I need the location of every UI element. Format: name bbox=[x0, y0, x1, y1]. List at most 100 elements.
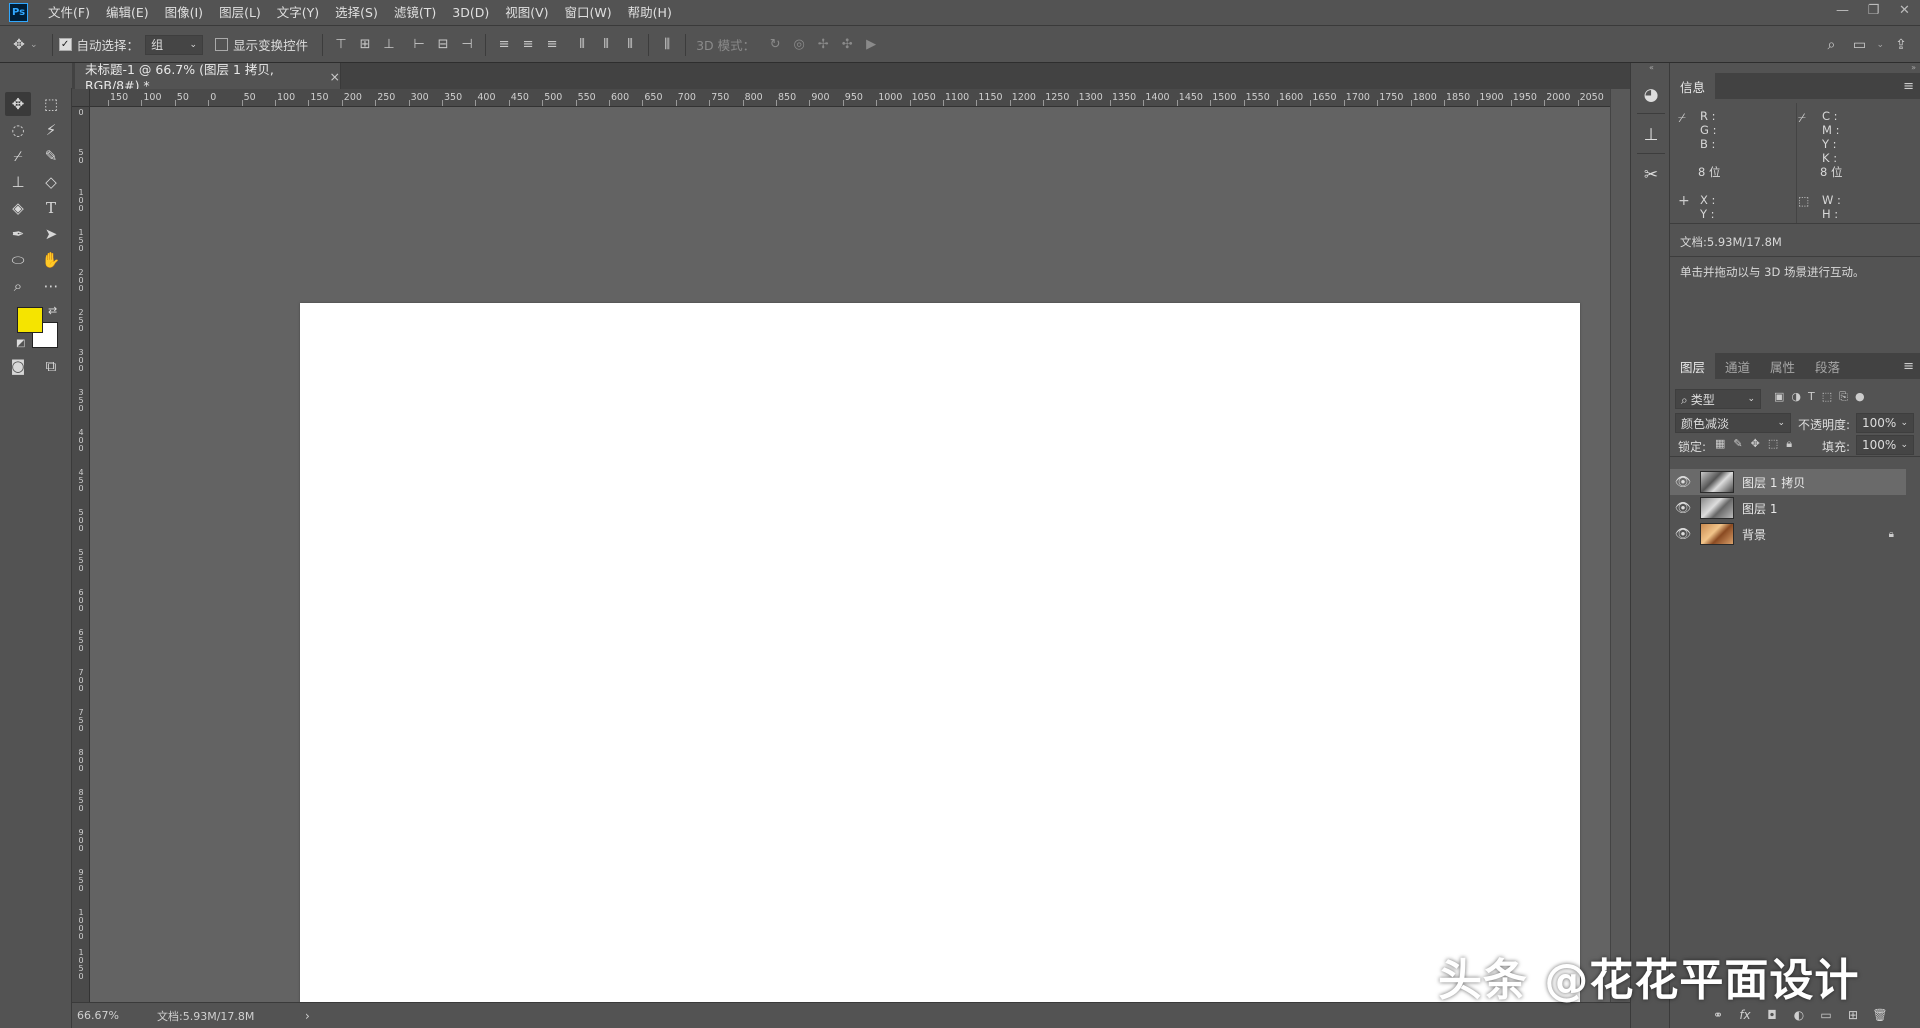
tab-paragraph[interactable]: 段落 bbox=[1805, 353, 1850, 379]
visibility-eye-icon[interactable]: 👁︎ bbox=[1670, 501, 1696, 516]
tab-layers[interactable]: 图层 bbox=[1670, 353, 1716, 379]
distribute-hcenter-icon[interactable]: ⦀ bbox=[594, 34, 618, 56]
orbit-3d-icon[interactable]: ↻ bbox=[763, 34, 787, 56]
workspace-icon[interactable]: ▭ bbox=[1848, 34, 1870, 56]
layer-filter-dropdown[interactable]: ⌕ 类型 ⌄ bbox=[1675, 389, 1761, 409]
ruler-origin[interactable] bbox=[72, 89, 90, 107]
align-right-icon[interactable]: ⊣ bbox=[455, 34, 479, 56]
layer-thumbnail[interactable] bbox=[1700, 471, 1734, 493]
lock-artboard-icon[interactable]: ⬚ bbox=[1768, 437, 1778, 451]
group-icon[interactable]: ▭ bbox=[1816, 1005, 1836, 1025]
menu-item[interactable]: 帮助(H) bbox=[620, 0, 680, 26]
foreground-color-swatch[interactable] bbox=[17, 307, 43, 333]
auto-align-icon[interactable]: ⫼ bbox=[655, 34, 679, 56]
path-select-icon[interactable]: ➤ bbox=[38, 222, 64, 246]
filter-adjustment-icon[interactable]: ◑ bbox=[1791, 390, 1801, 404]
blend-mode-dropdown[interactable]: 颜色减淡 ⌄ bbox=[1675, 413, 1791, 433]
layers-panel-menu-icon[interactable]: ≡ bbox=[1903, 359, 1914, 374]
align-hcenter-icon[interactable]: ⊟ bbox=[431, 34, 455, 56]
more-tools-icon[interactable]: ⋯ bbox=[38, 274, 64, 298]
document-tab[interactable]: 未标题-1 @ 66.7% (图层 1 拷贝, RGB/8#) * × bbox=[75, 62, 341, 93]
marquee-tool-icon[interactable]: ⬚ bbox=[38, 92, 64, 116]
swap-colors-icon[interactable]: ⇄ bbox=[48, 304, 57, 317]
workspace-chevron-icon[interactable]: ⌄ bbox=[1876, 40, 1884, 50]
filter-pixel-icon[interactable]: ▣ bbox=[1774, 390, 1784, 404]
distribute-left-icon[interactable]: ⦀ bbox=[570, 34, 594, 56]
distribute-vcenter-icon[interactable]: ≡ bbox=[516, 34, 540, 56]
tab-info[interactable]: 信息 bbox=[1670, 73, 1716, 99]
menu-item[interactable]: 3D(D) bbox=[444, 0, 497, 26]
horizontal-ruler[interactable]: 150 100 50 0 50 100 150 200 250 300 350 400 450 500 55… bbox=[90, 89, 1610, 107]
filter-toggle-icon[interactable]: ● bbox=[1855, 390, 1865, 404]
fx-icon[interactable]: fx bbox=[1735, 1005, 1755, 1025]
menu-item[interactable]: 图像(I) bbox=[157, 0, 211, 26]
paint-bucket-icon[interactable]: ◈ bbox=[5, 196, 31, 220]
collapse-panels-icon[interactable]: » bbox=[1911, 63, 1916, 72]
tab-properties[interactable]: 属性 bbox=[1760, 353, 1805, 379]
layer-row[interactable]: 👁︎ 图层 1 拷贝 bbox=[1670, 469, 1906, 495]
roll-3d-icon[interactable]: ◎ bbox=[787, 34, 811, 56]
filter-type-icon[interactable]: T bbox=[1808, 390, 1815, 404]
visibility-eye-icon[interactable]: 👁︎ bbox=[1670, 527, 1696, 542]
tool-presets-icon[interactable]: ✂ bbox=[1637, 161, 1665, 189]
camera-3d-icon[interactable]: ▶ bbox=[859, 34, 883, 56]
new-layer-icon[interactable]: ⊞ bbox=[1843, 1005, 1863, 1025]
document-canvas[interactable] bbox=[300, 303, 1580, 1023]
menu-item[interactable]: 文件(F) bbox=[40, 0, 98, 26]
move-tool-icon[interactable]: ✥ bbox=[8, 34, 30, 56]
layer-thumbnail[interactable] bbox=[1700, 497, 1734, 519]
filter-shape-icon[interactable]: ⬚ bbox=[1822, 390, 1832, 404]
lock-all-icon[interactable]: 🔒︎ bbox=[1786, 437, 1792, 451]
eraser-tool-icon[interactable]: ◇ bbox=[38, 170, 64, 194]
menu-item[interactable]: 选择(S) bbox=[327, 0, 386, 26]
align-vcenter-icon[interactable]: ⊞ bbox=[353, 34, 377, 56]
layer-name[interactable]: 背景 bbox=[1742, 526, 1889, 543]
restore-button[interactable]: ❐ bbox=[1858, 0, 1889, 20]
opacity-field[interactable]: 100% ⌄ bbox=[1856, 413, 1914, 433]
menu-item[interactable]: 编辑(E) bbox=[98, 0, 157, 26]
minimize-button[interactable]: — bbox=[1827, 0, 1858, 20]
visibility-eye-icon[interactable]: 👁︎ bbox=[1670, 475, 1696, 490]
layer-row[interactable]: 👁︎ 图层 1 bbox=[1670, 495, 1906, 521]
quick-mask-icon[interactable]: ◙ bbox=[5, 354, 31, 378]
align-top-icon[interactable]: ⊤ bbox=[329, 34, 353, 56]
collapse-dock-icon[interactable]: « bbox=[1649, 63, 1654, 72]
align-left-icon[interactable]: ⊢ bbox=[407, 34, 431, 56]
menu-item[interactable]: 图层(L) bbox=[211, 0, 269, 26]
drag-3d-icon[interactable]: ✢ bbox=[811, 34, 835, 56]
color-panel-icon[interactable]: ◕ bbox=[1637, 81, 1665, 109]
lock-position-icon[interactable]: ✥ bbox=[1751, 437, 1760, 451]
zoom-level[interactable]: 66.67% bbox=[77, 1009, 155, 1022]
magic-wand-icon[interactable]: ⚡ bbox=[38, 118, 64, 142]
layer-thumbnail[interactable] bbox=[1700, 523, 1734, 545]
auto-select-checkbox[interactable]: ✓ bbox=[58, 38, 72, 51]
tool-preset-chevron-icon[interactable]: ⌄ bbox=[30, 40, 38, 50]
lock-transparency-icon[interactable]: ▦ bbox=[1715, 437, 1725, 451]
vertical-scrollbar[interactable] bbox=[1610, 89, 1630, 1002]
ellipse-tool-icon[interactable]: ⬭ bbox=[5, 248, 31, 272]
lock-icon[interactable]: 🔒︎ bbox=[1889, 529, 1894, 540]
adjustment-icon[interactable]: ◐ bbox=[1789, 1005, 1809, 1025]
hand-tool-icon[interactable]: ✋ bbox=[38, 248, 64, 272]
link-icon[interactable]: ⚭ bbox=[1708, 1005, 1728, 1025]
show-transform-checkbox[interactable] bbox=[215, 38, 229, 51]
close-button[interactable]: ✕ bbox=[1889, 0, 1920, 20]
layer-name[interactable]: 图层 1 bbox=[1742, 500, 1906, 517]
vertical-ruler[interactable]: 0 50 100 150 200 250 300 350 400 450 500 550 600 650 7… bbox=[72, 107, 90, 1002]
layer-name[interactable]: 图层 1 拷贝 bbox=[1742, 474, 1906, 491]
move-tool-icon[interactable]: ✥ bbox=[5, 92, 31, 116]
distribute-right-icon[interactable]: ⦀ bbox=[618, 34, 642, 56]
screen-mode-icon[interactable]: ⧉ bbox=[38, 354, 64, 378]
canvas-workspace[interactable] bbox=[90, 107, 1610, 1023]
stamp-tool-icon[interactable]: ⊥ bbox=[5, 170, 31, 194]
lock-pixels-icon[interactable]: ✎ bbox=[1733, 437, 1742, 451]
share-icon[interactable]: ⇪ bbox=[1890, 34, 1912, 56]
menu-item[interactable]: 滤镜(T) bbox=[386, 0, 444, 26]
default-colors-icon[interactable]: ◩ bbox=[16, 338, 25, 349]
mask-icon[interactable]: ◘ bbox=[1762, 1005, 1782, 1025]
distribute-top-icon[interactable]: ≡ bbox=[492, 34, 516, 56]
menu-item[interactable]: 文字(Y) bbox=[269, 0, 327, 26]
layer-row[interactable]: 👁︎ 背景 🔒︎ bbox=[1670, 521, 1906, 547]
brush-tool-icon[interactable]: ✎ bbox=[38, 144, 64, 168]
trash-icon[interactable]: 🗑︎ bbox=[1870, 1005, 1890, 1025]
